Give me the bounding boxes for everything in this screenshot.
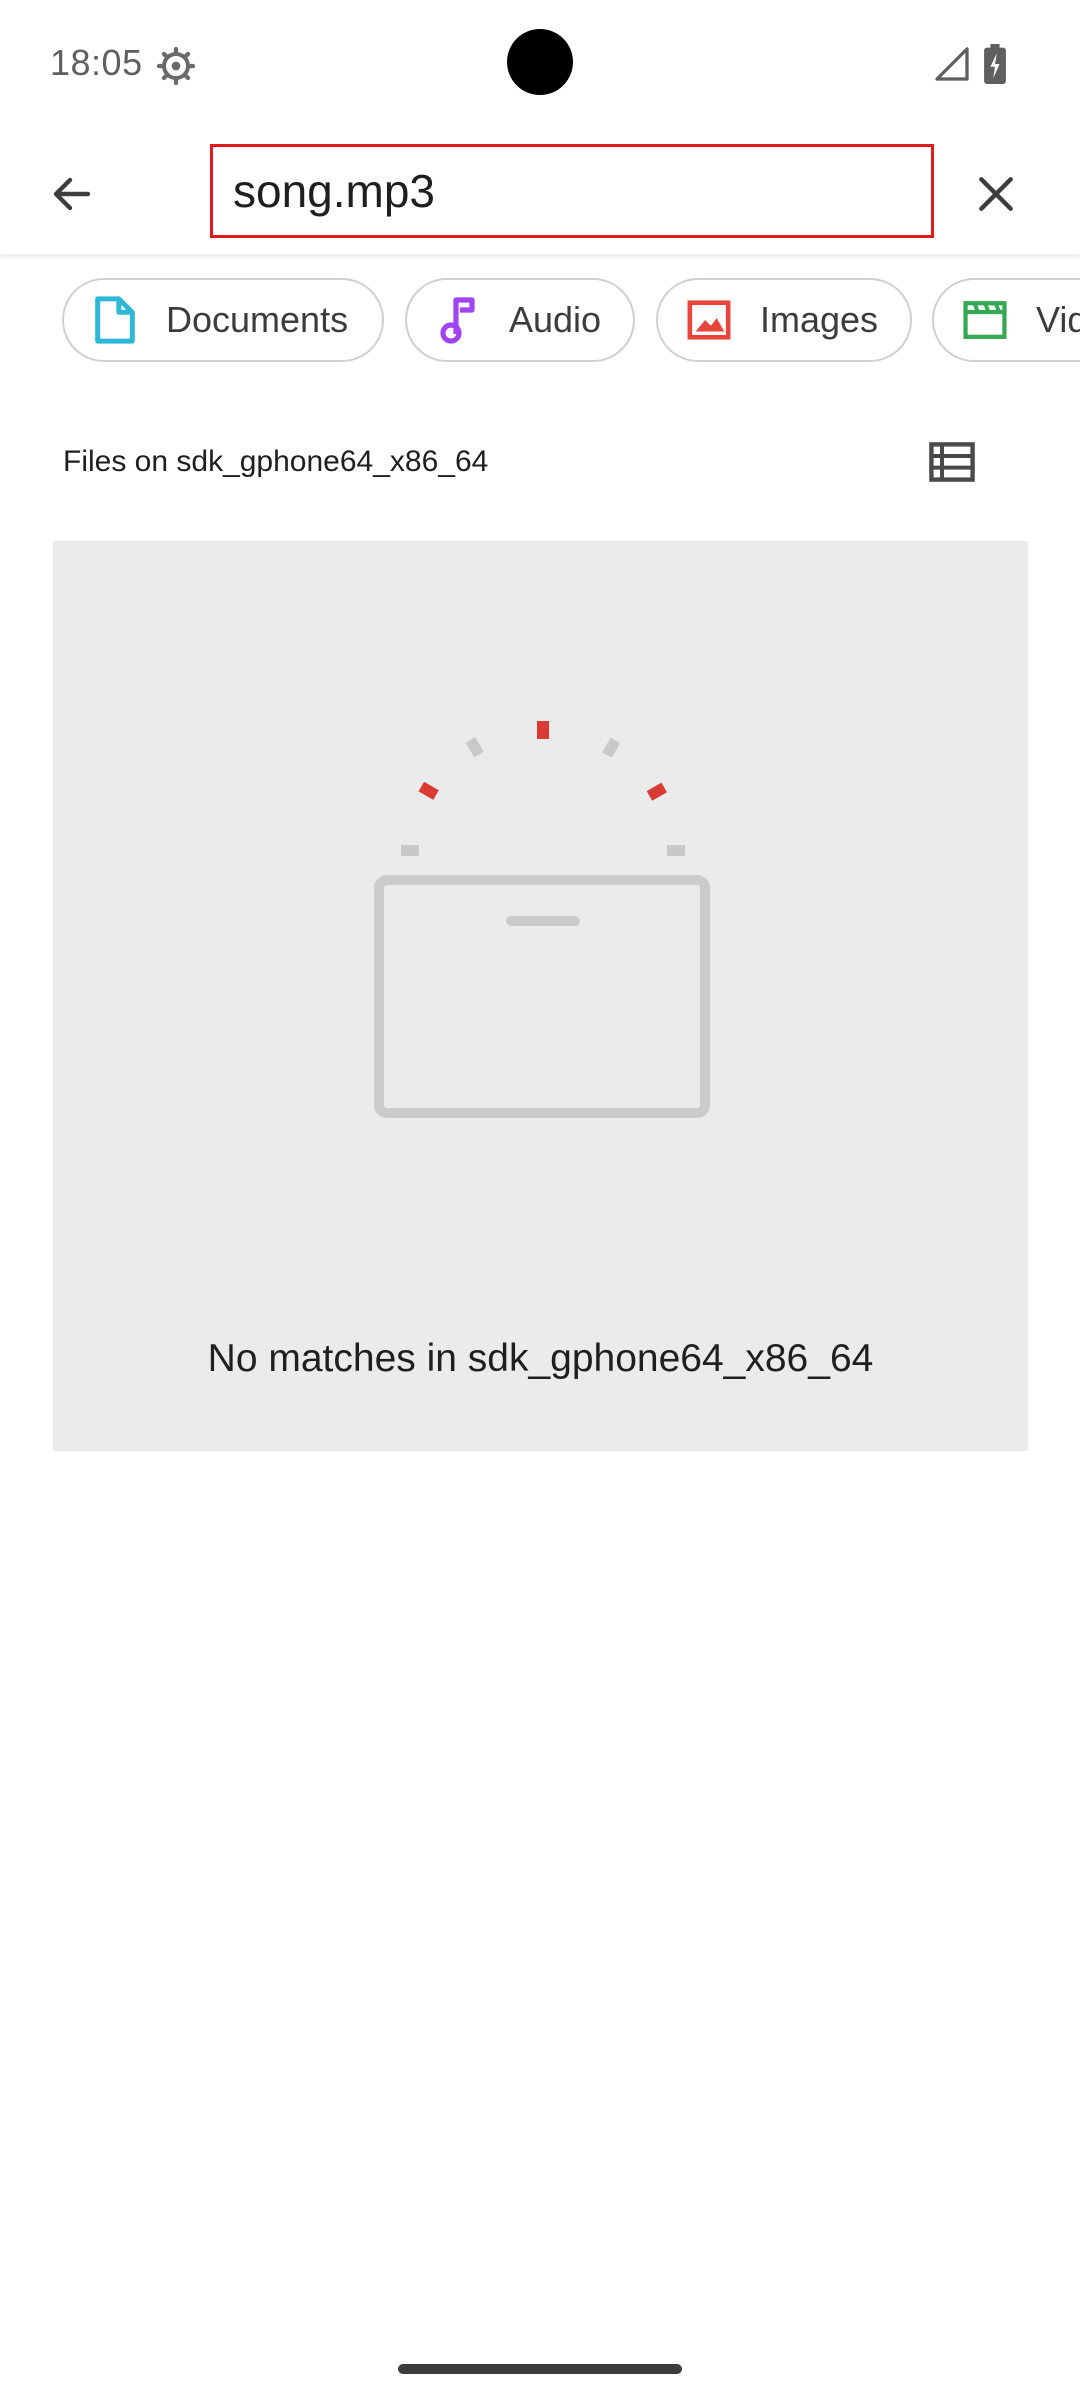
cell-signal-icon — [935, 47, 969, 81]
status-bar: 18:05 — [0, 0, 1080, 128]
gear-icon — [156, 46, 196, 86]
gesture-nav-handle[interactable] — [398, 2364, 682, 2374]
search-input[interactable]: song.mp3 — [210, 144, 934, 238]
battery-charging-icon — [984, 44, 1006, 84]
chip-label: Videos — [1036, 299, 1080, 340]
empty-state-panel: No matches in sdk_gphone64_x86_64 — [53, 541, 1028, 1451]
arrow-back-icon — [53, 177, 91, 211]
music-note-icon — [435, 297, 481, 344]
chip-images[interactable]: Images — [656, 278, 912, 362]
image-icon — [686, 297, 732, 343]
list-view-icon — [929, 442, 975, 482]
view-toggle-button[interactable] — [922, 436, 982, 488]
empty-state-message: No matches in sdk_gphone64_x86_64 — [207, 1337, 874, 1380]
close-icon — [979, 177, 1013, 211]
search-query-text: song.mp3 — [233, 165, 436, 217]
document-icon — [92, 296, 138, 344]
chip-label: Images — [760, 299, 879, 340]
status-time: 18:05 — [50, 42, 143, 83]
back-button[interactable] — [36, 158, 108, 230]
chip-videos[interactable]: Videos — [932, 278, 1080, 362]
clapperboard-icon — [962, 297, 1008, 343]
chip-audio[interactable]: Audio — [405, 278, 635, 362]
chip-label: Documents — [166, 299, 349, 340]
clear-search-button[interactable] — [960, 158, 1032, 230]
chip-label: Audio — [509, 299, 602, 340]
empty-box-icon — [374, 721, 710, 1118]
filter-chips: Documents Audio Images Videos — [0, 278, 1080, 364]
section-title: Files on sdk_gphone64_x86_64 — [63, 445, 489, 478]
search-app-bar: song.mp3 — [0, 128, 1080, 254]
camera-cutout — [507, 29, 573, 95]
chip-documents[interactable]: Documents — [62, 278, 384, 362]
